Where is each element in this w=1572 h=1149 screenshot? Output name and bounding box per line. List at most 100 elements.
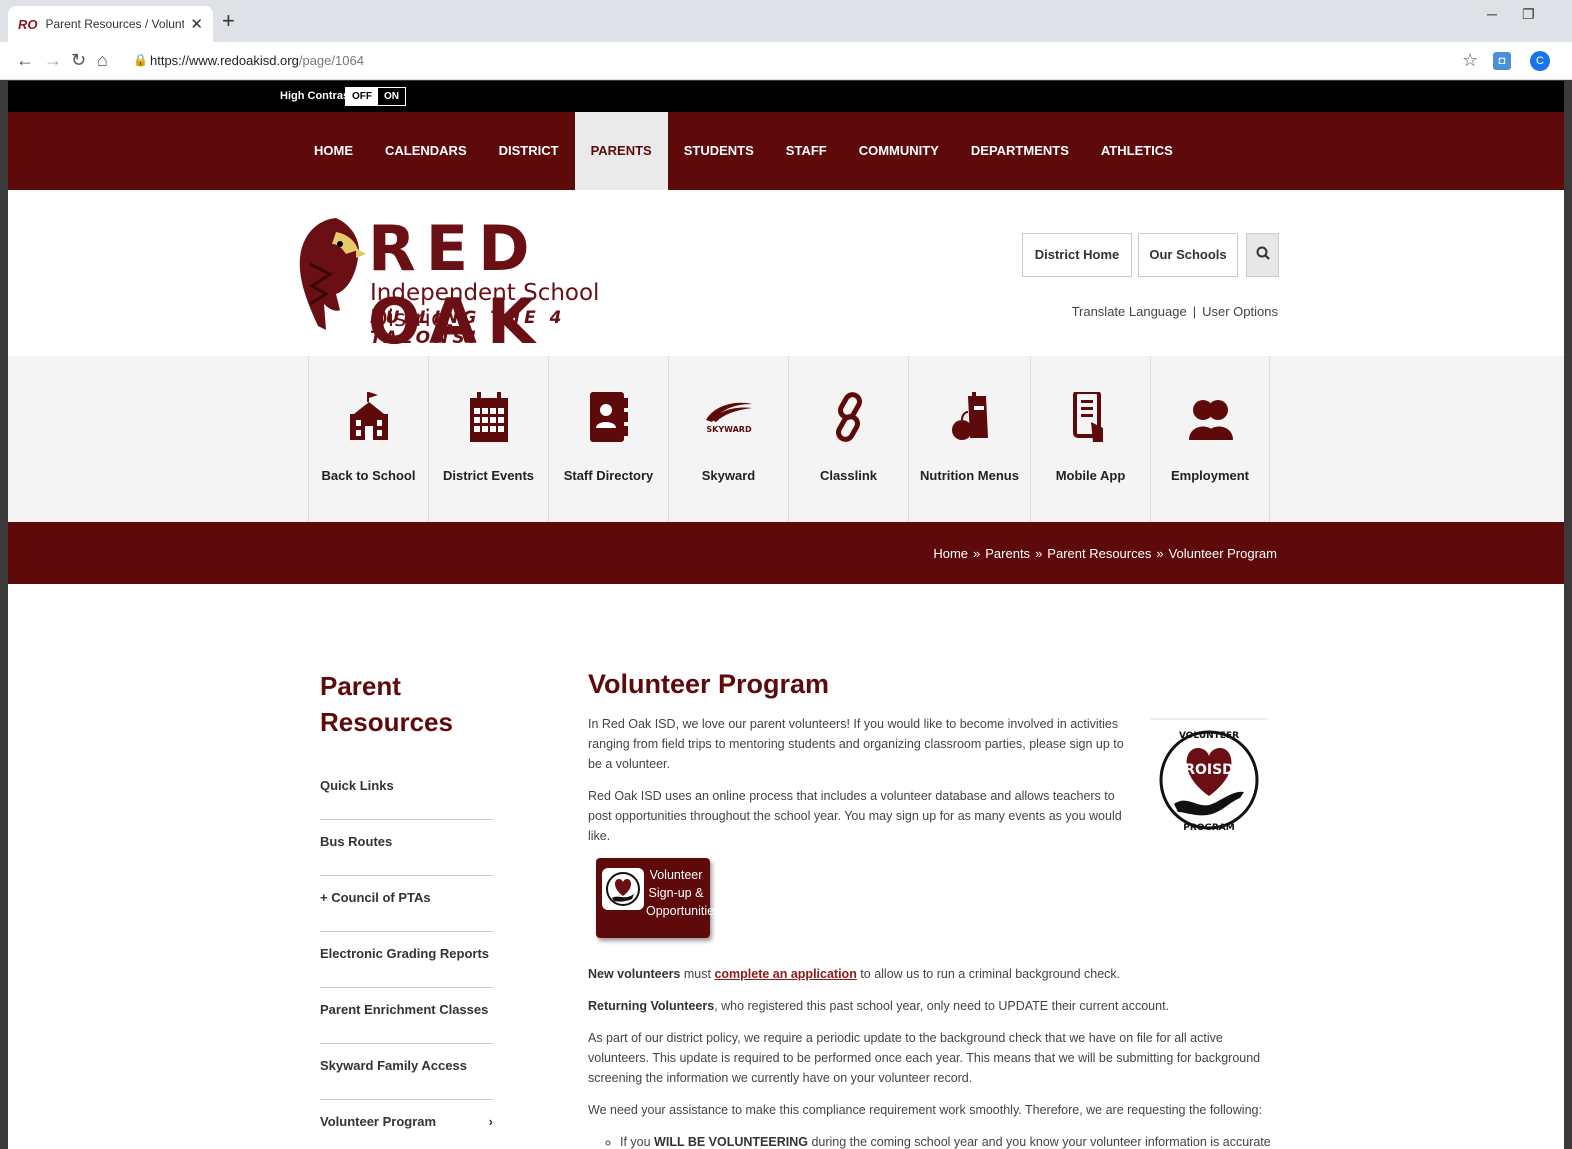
intro-paragraph: In Red Oak ISD, we love our parent volun… [588,717,1124,771]
url-field[interactable]: https://www.redoakisd.org/page/1064 [150,53,364,68]
bookmark-star-icon[interactable]: ☆ [1462,50,1478,71]
new-tab-icon[interactable]: + [222,8,235,34]
quick-link-label: Back to School [321,468,416,483]
vp-logo-center-text: ROISD [1184,762,1234,778]
quick-link-skyward[interactable]: SKYWARD Skyward [668,356,788,522]
sidebar-title: Parent Resources [320,671,453,737]
breadcrumb-separator: » [1035,546,1043,561]
high-contrast-bar: High Contrast OFF ON [8,81,1564,112]
assistance-paragraph: We need your assistance to make this com… [588,1103,1262,1117]
reload-icon[interactable]: ↻ [71,50,86,71]
hc-on-option[interactable]: ON [378,88,405,105]
district-logo[interactable]: RED OAK Independent School District FUEL… [296,212,666,358]
nav-calendars[interactable]: CALENDARS [369,112,483,190]
text-span: , who registered this past school year, … [714,999,1170,1013]
close-tab-icon[interactable]: ✕ [190,15,203,33]
nav-staff[interactable]: STAFF [770,112,843,190]
signup-line-1: Volunteer [649,868,703,882]
nav-home[interactable]: HOME [298,112,369,190]
browser-tab[interactable]: RO Parent Resources / Volunteer Pro ✕ [8,6,213,42]
web-page: High Contrast OFF ON HOME CALENDARS DIST… [8,81,1564,1149]
requirements-list: If you WILL BE VOLUNTEERING during the c… [588,1132,1278,1149]
search-icon[interactable] [1246,233,1279,277]
complete-application-link[interactable]: complete an application [714,967,856,981]
quick-link-label: District Events [442,468,535,483]
back-icon[interactable]: ← [16,50,34,71]
quick-link-mobile-app[interactable]: Mobile App [1030,356,1150,522]
new-volunteers-paragraph: New volunteers must complete an applicat… [588,964,1278,984]
header-utility-links: Translate Language | User Options [1072,304,1278,319]
quick-link-employment[interactable]: Employment [1150,356,1270,522]
hc-off-option[interactable]: OFF [346,88,378,105]
quick-link-staff-directory[interactable]: Staff Directory [548,356,668,522]
quick-links-bar: Back to School District Events Staff Dir… [8,356,1564,522]
page-title: Volunteer Program [588,669,830,699]
sidebar-item-skyward-family-access[interactable]: Skyward Family Access [320,1044,493,1100]
text-span: If you [620,1135,655,1149]
district-home-button[interactable]: District Home [1022,233,1132,277]
school-icon [349,392,388,440]
breadcrumb-home[interactable]: Home [933,546,968,561]
sidebar-item-volunteer-program[interactable]: Volunteer Program › [320,1100,493,1149]
sidebar-item-parent-enrichment-classes[interactable]: Parent Enrichment Classes [320,988,493,1044]
page-content: Parent Resources Quick Links Bus Routes … [8,584,1564,1149]
breadcrumb-bar: Home » Parents » Parent Resources » Volunteer … [8,522,1564,584]
home-icon[interactable]: ⌂ [97,50,108,71]
sidebar-item-electronic-grading-reports[interactable]: Electronic Grading Reports [320,932,493,988]
vp-logo-bottom-text: PROGRAM [1183,823,1234,833]
sidebar-item-label: Volunteer Program [320,1114,437,1129]
nav-district[interactable]: DISTRICT [483,112,575,190]
restore-icon[interactable]: ❐ [1522,6,1535,23]
volunteer-signup-button[interactable]: Volunteer Sign-up & Opportunities [596,858,720,938]
favicon-icon: RO [18,16,38,32]
breadcrumb-separator: » [1156,546,1164,561]
sidebar-item-council-of-ptas[interactable]: + Council of PTAs [320,876,493,932]
calendar-icon [469,392,508,442]
breadcrumb-current: Volunteer Program [1168,546,1277,561]
quick-link-back-to-school[interactable]: Back to School [308,356,428,522]
breadcrumb-parent-resources[interactable]: Parent Resources [1047,546,1151,561]
quick-link-label: Classlink [819,468,878,483]
nav-parents[interactable]: PARENTS [574,112,668,190]
lock-icon[interactable]: 🔒 [133,53,148,67]
process-paragraph: Red Oak ISD uses an online process that … [588,789,1122,843]
quick-link-classlink[interactable]: Classlink [788,356,908,522]
sidebar-item-bus-routes[interactable]: Bus Routes [320,820,493,876]
quick-link-label: Staff Directory [563,468,654,483]
quick-link-label: Skyward [701,468,756,483]
nav-community[interactable]: COMMUNITY [843,112,955,190]
breadcrumb-parents[interactable]: Parents [985,546,1030,561]
returning-volunteers-paragraph: Returning Volunteers, who registered thi… [588,996,1278,1016]
volunteer-badge-icon [602,868,644,910]
list-item-bold: WILL BE VOLUNTEERING [654,1135,808,1149]
directory-icon [589,392,628,442]
our-schools-button[interactable]: Our Schools [1138,233,1238,277]
hawk-mascot-icon [299,218,366,330]
sidebar-item-quick-links[interactable]: Quick Links [320,764,493,820]
vp-logo-top-text: VOLUNTEER [1179,731,1239,741]
signup-button-text: Volunteer Sign-up & Opportunities [646,866,720,920]
nav-departments[interactable]: DEPARTMENTS [955,112,1085,190]
extension-icon[interactable]: ◘ [1493,52,1511,70]
high-contrast-toggle[interactable]: OFF ON [345,87,406,106]
text-span: must [680,967,715,981]
link-icon [835,392,862,442]
text-span: to allow us to run a criminal background… [856,967,1121,981]
quick-link-label: Mobile App [1055,468,1126,483]
returning-volunteers-label: Returning Volunteers [588,999,715,1013]
main-article: Volunteer Program In Red Oak ISD, we lov… [588,668,1278,1149]
quick-link-nutrition-menus[interactable]: Nutrition Menus [908,356,1030,522]
user-options-link[interactable]: User Options [1202,304,1278,319]
nav-athletics[interactable]: ATHLETICS [1085,112,1189,190]
high-contrast-label: High Contrast [280,90,353,102]
address-bar: ← → ↻ ⌂ 🔒 https://www.redoakisd.org/page… [0,42,1572,80]
profile-avatar[interactable]: C [1530,51,1550,71]
translate-link[interactable]: Translate Language [1072,304,1187,319]
nav-students[interactable]: STUDENTS [668,112,770,190]
minimize-icon[interactable]: ─ [1487,6,1497,22]
link-separator: | [1192,304,1197,319]
quick-link-district-events[interactable]: District Events [428,356,548,522]
tab-title: Parent Resources / Volunteer Pro [45,17,185,31]
quick-link-label: Employment [1170,468,1249,483]
forward-icon[interactable]: → [44,50,62,71]
